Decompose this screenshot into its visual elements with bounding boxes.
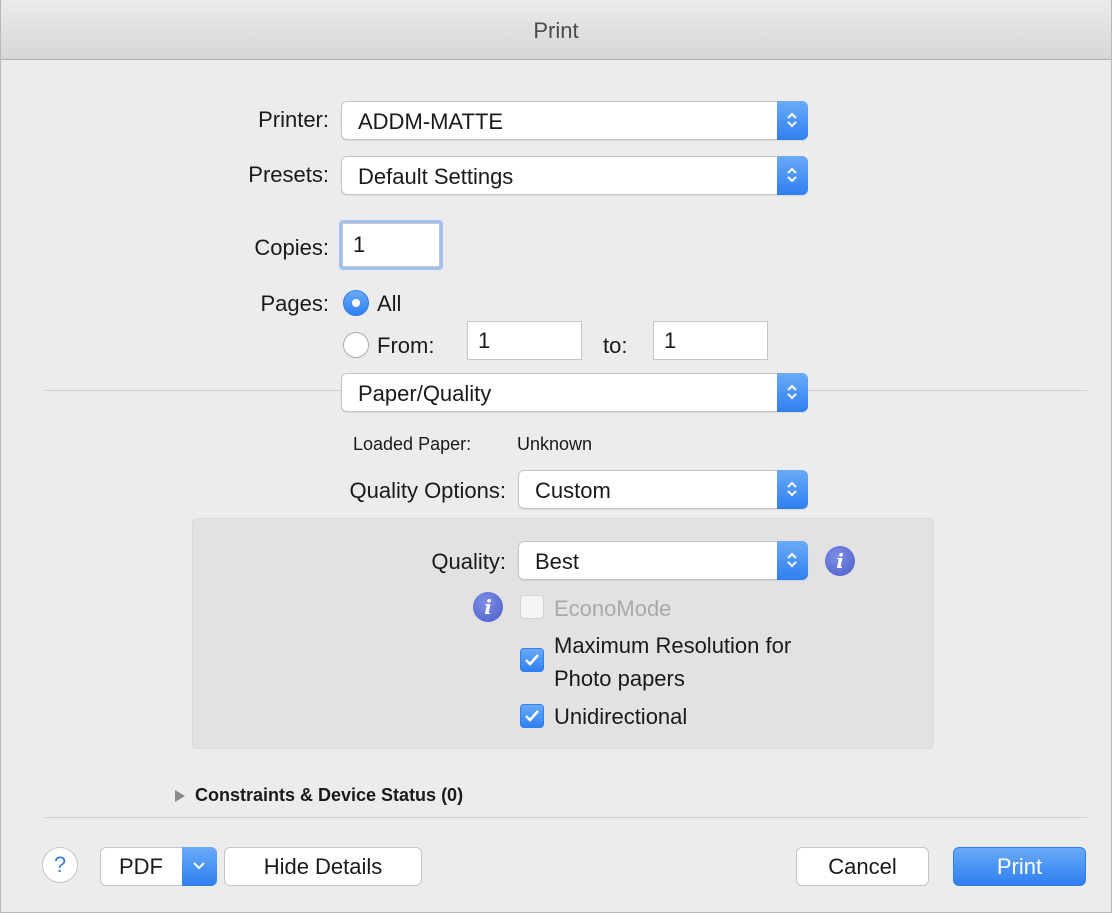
up-down-arrows-icon	[777, 470, 808, 509]
presets-label: Presets:	[248, 162, 329, 187]
printer-select-value: ADDM-MATTE	[358, 109, 504, 134]
unidirectional-checkbox[interactable]	[520, 704, 544, 728]
up-down-arrows-icon	[777, 156, 808, 195]
printer-label: Printer:	[258, 107, 329, 132]
up-down-arrows-icon	[777, 101, 808, 140]
pages-to-input[interactable]	[654, 322, 767, 359]
loaded-paper-label: Loaded Paper:	[353, 434, 472, 454]
pages-from-field[interactable]	[467, 321, 582, 360]
help-button[interactable]: ?	[42, 847, 78, 883]
hide-details-button[interactable]: Hide Details	[224, 847, 422, 886]
quality-options-select-value: Custom	[535, 478, 611, 503]
pages-to-field[interactable]	[653, 321, 768, 360]
economode-label: EconoMode	[554, 596, 672, 621]
footer-divider	[45, 817, 1087, 818]
pages-label: Pages:	[260, 291, 330, 316]
chevron-down-icon	[182, 847, 217, 886]
up-down-arrows-icon	[777, 541, 808, 580]
disclosure-triangle-icon	[175, 790, 185, 802]
quality-select[interactable]: Best	[518, 541, 808, 580]
cancel-button[interactable]: Cancel	[796, 847, 929, 886]
pdf-menu-button[interactable]: PDF	[100, 847, 217, 886]
pages-from-radio[interactable]	[343, 332, 369, 358]
quality-options-label: Quality Options:	[349, 478, 506, 503]
title-bar[interactable]: Print	[1, 0, 1111, 60]
loaded-paper-value: Unknown	[517, 434, 593, 454]
checkmark-icon	[525, 654, 539, 666]
pages-to-label: to:	[603, 333, 628, 358]
quality-info-icon[interactable]: i	[825, 546, 855, 576]
quality-options-select[interactable]: Custom	[518, 470, 808, 509]
pages-all-radio[interactable]	[343, 290, 369, 316]
max-resolution-label-line1: Maximum Resolution for	[554, 633, 792, 658]
copies-input[interactable]	[351, 224, 371, 266]
economode-info-icon[interactable]: i	[473, 592, 503, 622]
max-resolution-checkbox[interactable]	[520, 648, 544, 672]
up-down-arrows-icon	[777, 373, 808, 412]
print-dialog: Print Printer: ADDM-MATTE Presets: Defau…	[0, 0, 1112, 913]
quality-select-value: Best	[535, 549, 580, 574]
checkmark-icon	[525, 710, 539, 722]
printer-select[interactable]: ADDM-MATTE	[341, 101, 808, 140]
presets-select[interactable]: Default Settings	[341, 156, 808, 195]
unidirectional-label: Unidirectional	[554, 704, 688, 729]
pages-all-label[interactable]: All	[377, 291, 401, 317]
economode-checkbox[interactable]	[520, 595, 544, 619]
print-button[interactable]: Print	[953, 847, 1086, 886]
constraints-label: Constraints & Device Status (0)	[195, 785, 464, 805]
pdf-label: PDF	[119, 854, 163, 879]
max-resolution-label-line2: Photo papers	[554, 666, 685, 691]
panel-select[interactable]: Paper/Quality	[341, 373, 808, 412]
presets-select-value: Default Settings	[358, 164, 514, 189]
pages-from-input[interactable]	[468, 322, 581, 359]
copies-field[interactable]	[342, 223, 440, 267]
window-title: Print	[533, 18, 579, 43]
quality-label: Quality:	[431, 549, 506, 574]
panel-select-value: Paper/Quality	[358, 381, 492, 406]
pages-from-label[interactable]: From:	[377, 333, 434, 359]
copies-label: Copies:	[254, 235, 329, 260]
